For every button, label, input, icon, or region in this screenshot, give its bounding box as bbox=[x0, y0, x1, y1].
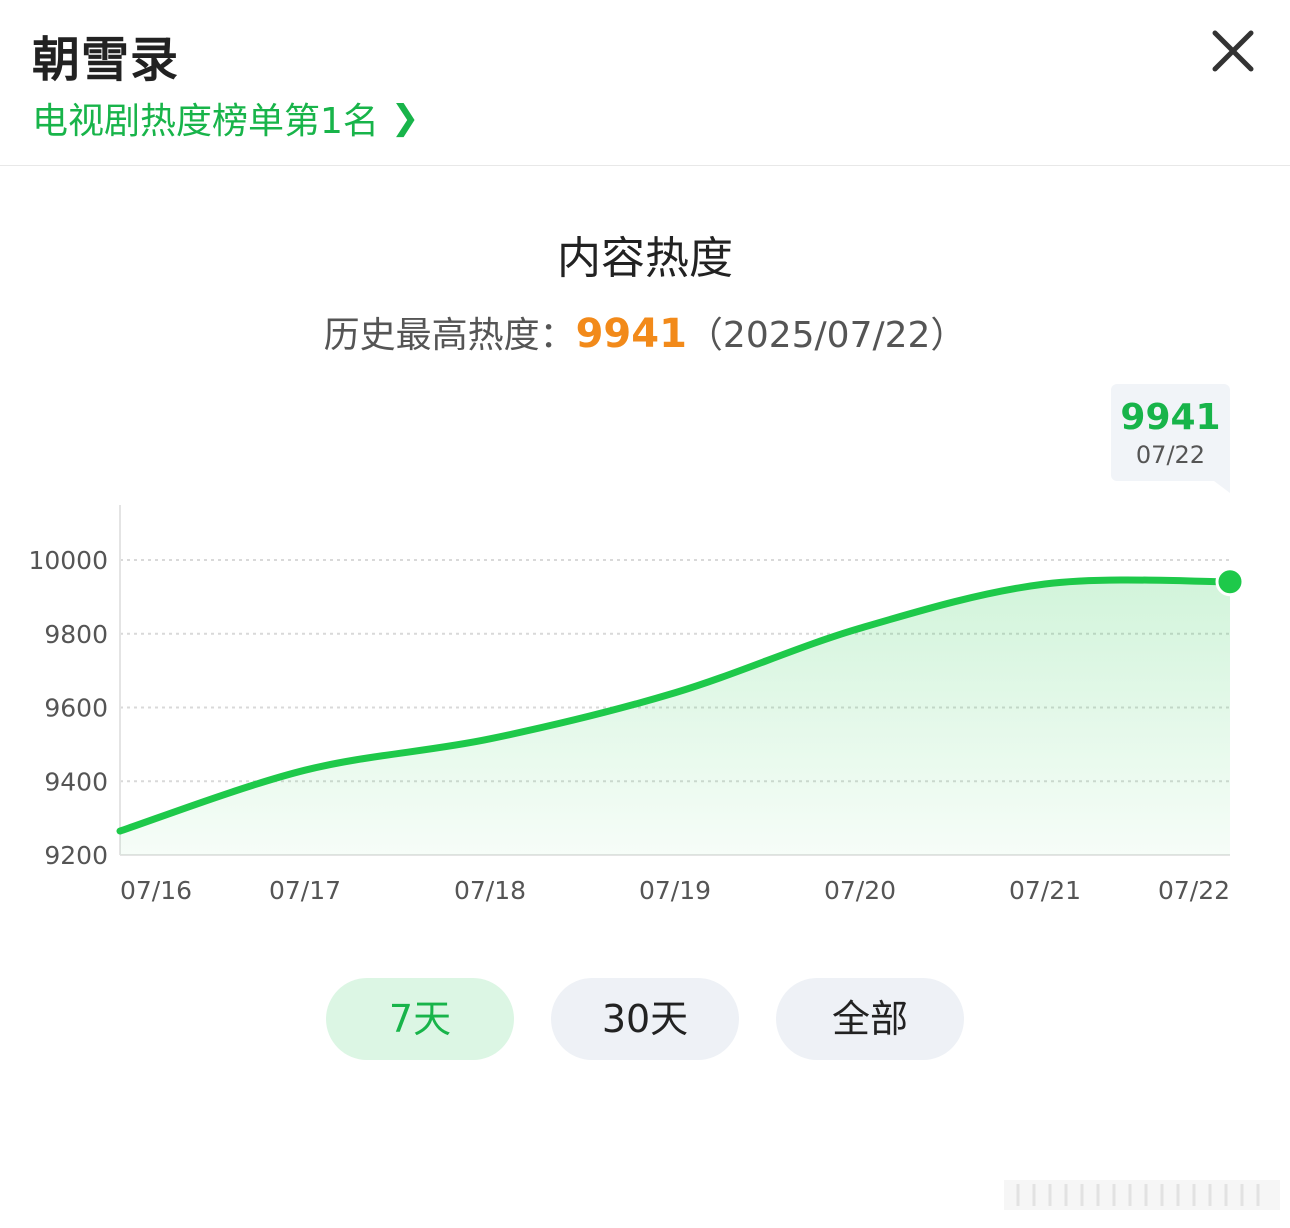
sheet-header: 朝雪录 电视剧热度榜单第1名 ❯ bbox=[0, 0, 1290, 166]
highlight-point bbox=[1215, 567, 1245, 597]
close-icon bbox=[1212, 30, 1254, 72]
x-tick-label: 07/22 bbox=[1158, 876, 1230, 905]
data-tooltip: 9941 07/22 bbox=[1111, 384, 1230, 493]
chevron-right-icon: ❯ bbox=[390, 98, 420, 138]
watermark-graphic bbox=[1004, 1180, 1280, 1210]
x-tick-label: 07/17 bbox=[269, 876, 341, 905]
tooltip-value: 9941 bbox=[1120, 397, 1221, 438]
tooltip-date: 07/22 bbox=[1135, 441, 1206, 469]
rank-link[interactable]: 电视剧热度榜单第1名 ❯ bbox=[32, 92, 419, 144]
record-date: （2025/07/22） bbox=[686, 315, 967, 356]
record-value: 9941 bbox=[575, 311, 687, 357]
x-tick-label: 07/18 bbox=[454, 876, 526, 905]
bottom-sheet: 朝雪录 电视剧热度榜单第1名 ❯ 内容热度 历史最高热度：9941（2025/0… bbox=[0, 0, 1290, 1228]
x-tick-label: 07/19 bbox=[639, 876, 711, 905]
rank-link-label: 电视剧热度榜单第1名 bbox=[32, 101, 379, 142]
area-fill bbox=[120, 579, 1230, 855]
record-line: 历史最高热度：9941（2025/07/22） bbox=[0, 306, 1290, 358]
y-tick-label: 10000 bbox=[28, 546, 108, 575]
close-button[interactable] bbox=[1207, 25, 1259, 77]
range-tab-label: 7天 bbox=[388, 997, 452, 1041]
record-label: 历史最高热度： bbox=[323, 315, 576, 356]
y-tick-label: 9800 bbox=[44, 620, 108, 649]
range-tab-all[interactable]: 全部 bbox=[776, 978, 964, 1060]
range-tab-7d[interactable]: 7天 bbox=[326, 978, 514, 1060]
range-tab-30d[interactable]: 30天 bbox=[551, 978, 739, 1060]
x-tick-label: 07/20 bbox=[824, 876, 896, 905]
heat-chart: 9200 9400 9600 9800 10000 07/16 07/17 07/18 07/1… bbox=[28, 505, 1245, 905]
chart-title: 内容热度 bbox=[557, 233, 733, 284]
y-tick-label: 9400 bbox=[44, 767, 108, 796]
y-tick-label: 9600 bbox=[44, 694, 108, 723]
range-tab-label: 30天 bbox=[601, 997, 689, 1041]
y-tick-label: 9200 bbox=[44, 841, 108, 870]
drama-title: 朝雪录 bbox=[32, 32, 180, 88]
x-tick-label: 07/21 bbox=[1009, 876, 1081, 905]
range-tab-label: 全部 bbox=[831, 997, 908, 1041]
x-tick-label: 07/16 bbox=[120, 876, 192, 905]
